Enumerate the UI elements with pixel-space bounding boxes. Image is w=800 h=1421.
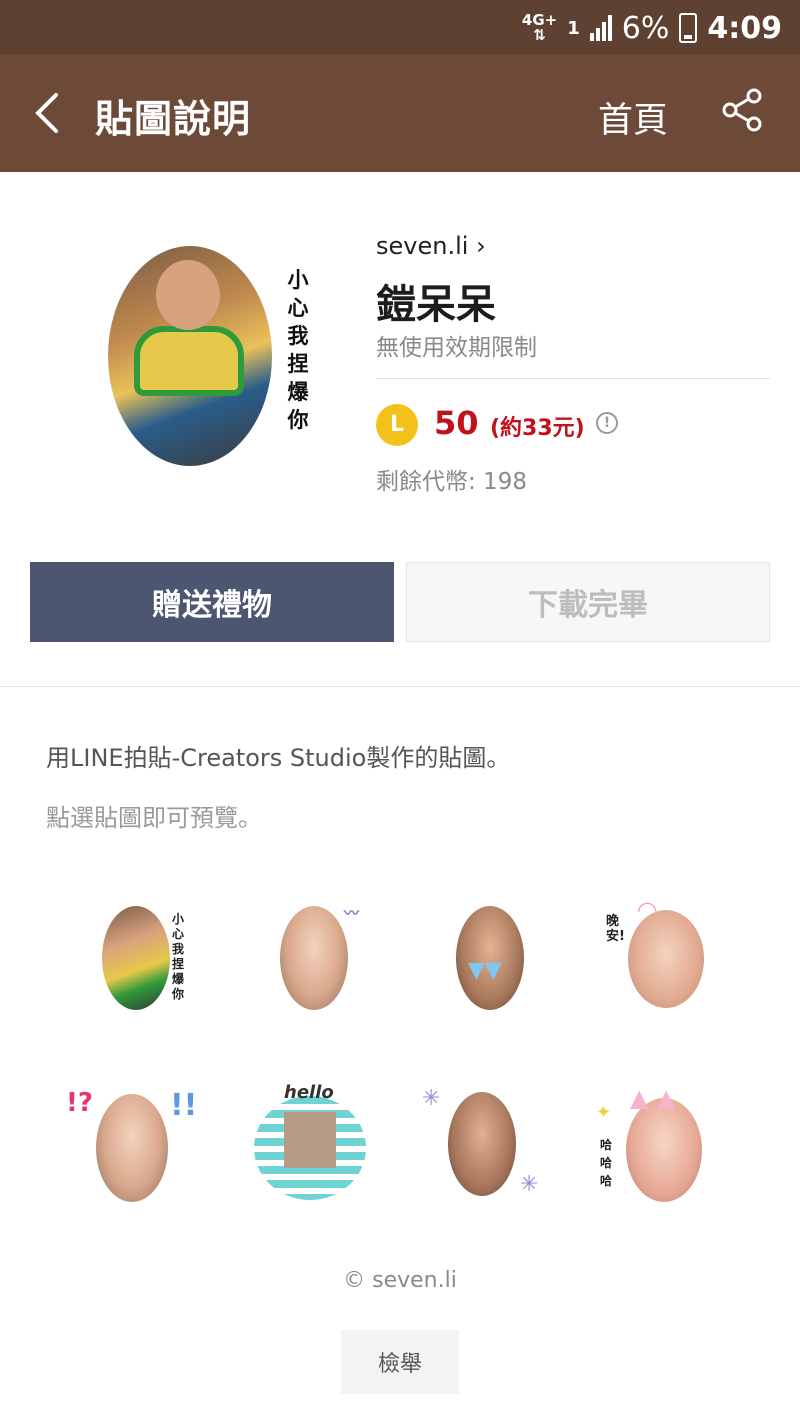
sticker-caption: 哈 哈 哈 [600, 1138, 613, 1188]
app-bar: 貼圖說明 首頁 [0, 54, 800, 172]
description: 用LINE拍貼-Creators Studio製作的貼圖。 [46, 744, 511, 772]
main-sticker-caption: 小心我捏爆你 [287, 268, 309, 432]
sticker-7[interactable]: ✳ ✳ [420, 1082, 544, 1206]
battery-icon [679, 13, 698, 43]
coin-balance: 剩餘代幣: 198 [376, 469, 527, 495]
copyright: © seven.li [343, 1268, 457, 1293]
status-bar: 4G+ ⇅ 1 6% 4:09 [0, 0, 800, 54]
battery-percent: 6% [621, 10, 670, 46]
tear-decoration: ▼▼ [468, 958, 502, 983]
sticker-illustration [134, 326, 244, 396]
sticker-6[interactable]: hello [248, 1082, 372, 1206]
preview-hint: 點選貼圖即可預覽。 [46, 804, 262, 832]
burst-decoration-2: ✳ [520, 1172, 539, 1197]
exclaim-decoration: !! [170, 1088, 198, 1123]
sticker-caption: hello [284, 1082, 334, 1103]
section-divider [0, 686, 800, 687]
burst-decoration: ✳ [422, 1086, 441, 1111]
gift-button[interactable]: 贈送禮物 [30, 562, 394, 642]
page-title: 貼圖說明 [95, 97, 252, 141]
sticker-5[interactable]: !? !! [66, 1082, 197, 1206]
divider [376, 378, 770, 379]
main-sticker-image[interactable] [108, 246, 272, 466]
author-link[interactable]: seven.li › [376, 232, 486, 260]
sticker-3[interactable]: ▼▼ [428, 896, 552, 1020]
sticker-2[interactable]: 〰 [252, 896, 376, 1020]
sticker-caption: 晚安! [606, 914, 625, 944]
photo-decoration [284, 1112, 336, 1168]
signal-icon [589, 15, 612, 41]
status-icons: 4G+ ⇅ 1 6% 4:09 [522, 8, 782, 48]
price-approx: (約33元) [490, 416, 585, 441]
home-button[interactable]: 首頁 [598, 92, 668, 143]
clock: 4:09 [707, 10, 782, 46]
download-button[interactable]: 下載完畢 [406, 562, 770, 642]
author-name: seven.li [376, 232, 469, 260]
validity-text: 無使用效期限制 [376, 335, 537, 361]
nightcap-decoration: ◠ [638, 896, 657, 924]
sticker-4[interactable]: 晚安! ◠ [604, 896, 728, 1020]
chevron-left-icon[interactable] [28, 90, 68, 136]
sticker-caption: !? [66, 1088, 93, 1118]
sticker-caption: 小心我捏爆你 [172, 912, 185, 1001]
sticker-8[interactable]: ▲ ▲ 哈 哈 哈 ✦ [596, 1082, 720, 1206]
sparkle-decoration: ✦ [596, 1102, 612, 1123]
swirl-decoration: 〰 [344, 904, 360, 922]
chevron-right-icon: › [476, 232, 486, 260]
line-coin-icon: L [376, 404, 418, 446]
sticker-1[interactable]: 小心我捏爆你 [74, 896, 198, 1020]
info-icon[interactable]: ! [596, 412, 618, 434]
price: 50 [434, 404, 479, 442]
cat-ears-decoration: ▲ ▲ [630, 1084, 676, 1112]
sticker-face [156, 260, 220, 330]
report-button[interactable]: 檢舉 [341, 1330, 459, 1394]
sim-label: 1 [567, 17, 580, 39]
network-indicator: 4G+ ⇅ [521, 11, 558, 44]
share-icon[interactable] [720, 88, 764, 132]
package-name: 鎧呆呆 [376, 282, 496, 328]
